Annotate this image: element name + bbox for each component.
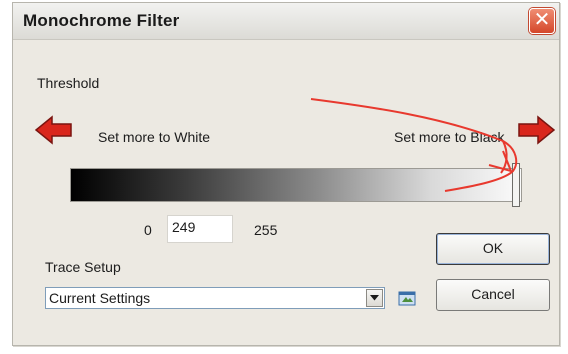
threshold-value-input[interactable]: 249 bbox=[167, 215, 233, 243]
right-arrow-icon[interactable] bbox=[517, 115, 555, 145]
window-title: Monochrome Filter bbox=[23, 11, 180, 30]
trace-setup-select[interactable]: Current Settings bbox=[45, 287, 385, 309]
close-button[interactable]: ✕ bbox=[529, 8, 555, 34]
min-value-label: 0 bbox=[144, 222, 152, 238]
trace-setup-value: Current Settings bbox=[49, 290, 151, 306]
dropdown-button[interactable] bbox=[366, 289, 383, 307]
max-value-label: 255 bbox=[254, 222, 278, 238]
title-bar[interactable]: Monochrome Filter ✕ bbox=[13, 3, 559, 40]
trace-setup-icon[interactable] bbox=[398, 290, 416, 307]
close-icon: ✕ bbox=[533, 9, 551, 31]
ok-button[interactable]: OK bbox=[436, 233, 550, 265]
threshold-label: Threshold bbox=[37, 75, 100, 91]
threshold-gradient-bar[interactable] bbox=[70, 168, 522, 202]
cancel-button[interactable]: Cancel bbox=[436, 279, 550, 311]
trace-setup-label: Trace Setup bbox=[45, 259, 121, 275]
chevron-down-icon bbox=[370, 295, 379, 301]
threshold-slider-handle[interactable] bbox=[512, 163, 520, 207]
monochrome-filter-dialog: Monochrome Filter ✕ Threshold Set more t… bbox=[12, 2, 560, 346]
left-arrow-icon[interactable] bbox=[35, 115, 73, 145]
set-more-black-label: Set more to Black bbox=[394, 129, 505, 145]
set-more-white-label: Set more to White bbox=[98, 129, 211, 145]
